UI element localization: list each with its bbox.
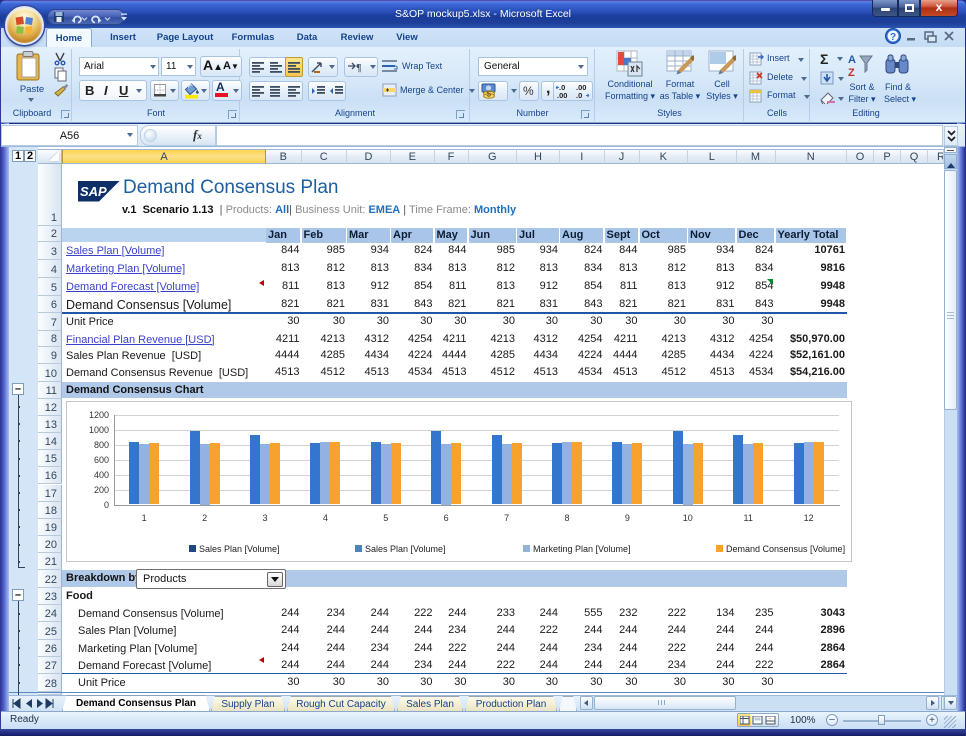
svg-text:A: A <box>848 54 856 66</box>
svg-text:Z: Z <box>848 67 855 79</box>
svg-text:?: ? <box>890 32 896 43</box>
svg-text:¶: ¶ <box>356 63 361 73</box>
svg-text:.0: .0 <box>576 91 582 100</box>
svg-text:.00: .00 <box>557 91 567 100</box>
svg-text:SAP: SAP <box>80 184 107 199</box>
svg-text:$: $ <box>487 90 492 99</box>
